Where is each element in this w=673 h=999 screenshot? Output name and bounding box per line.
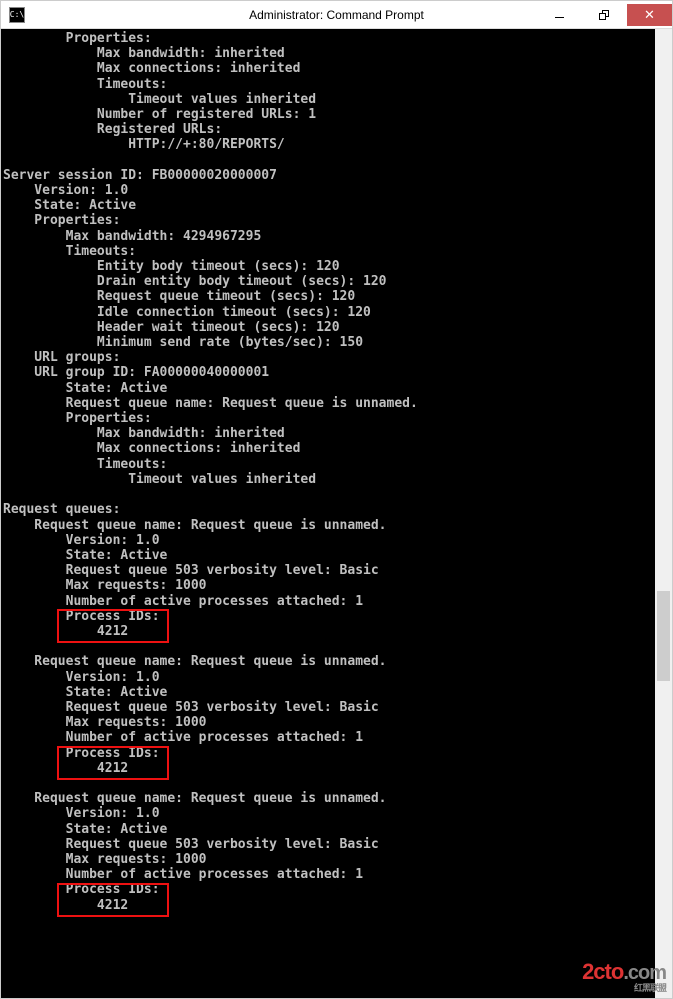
title-bar[interactable]: C:\ Administrator: Command Prompt ✕ [1, 1, 672, 29]
command-prompt-window: C:\ Administrator: Command Prompt ✕ Prop… [0, 0, 673, 999]
watermark-prefix: 2ct [582, 959, 611, 984]
close-button[interactable]: ✕ [627, 4, 672, 26]
scrollbar-thumb[interactable] [657, 591, 670, 681]
system-menu-icon[interactable]: C:\ [9, 7, 25, 23]
watermark-o: o [611, 959, 623, 984]
maximize-button[interactable] [582, 4, 627, 26]
vertical-scrollbar[interactable] [655, 29, 672, 998]
terminal-output[interactable]: Properties: Max bandwidth: inherited Max… [1, 29, 672, 998]
watermark: 2cto.com 红黑联盟 [582, 959, 666, 994]
window-buttons: ✕ [537, 4, 672, 26]
minimize-button[interactable] [537, 4, 582, 26]
